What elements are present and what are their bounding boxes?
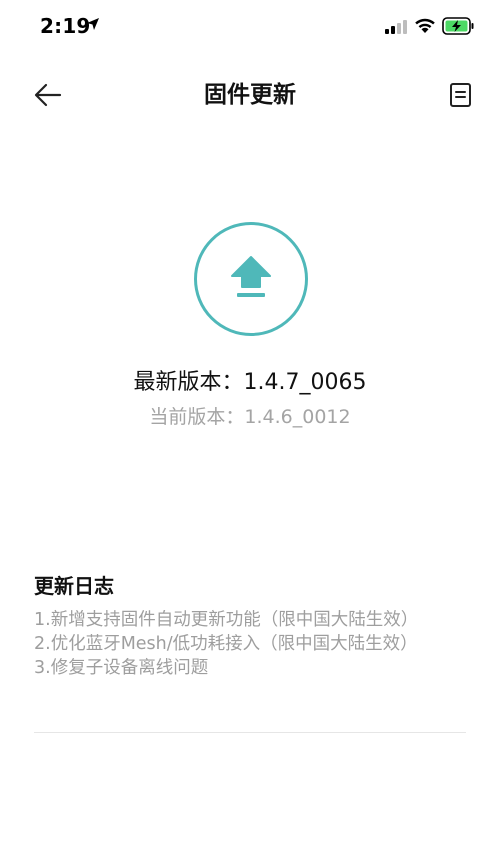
wifi-icon [415, 18, 435, 33]
status-time: 2:19 [40, 14, 91, 38]
latest-version-text: 最新版本：1.4.7_0065 [133, 370, 367, 395]
divider [34, 732, 466, 733]
battery-charging-icon [442, 17, 474, 35]
location-arrow-icon [87, 18, 99, 30]
document-list-icon [450, 83, 471, 107]
changelog-item: 3.修复子设备离线问题 [34, 658, 209, 678]
page-title: 固件更新 [204, 82, 296, 108]
current-version-text: 当前版本：1.4.6_0012 [149, 406, 351, 428]
upload-arrow-icon [231, 256, 271, 297]
changelog-title: 更新日志 [34, 574, 114, 598]
status-bar: 2:19 [0, 0, 500, 56]
changelog-item: 1.新增支持固件自动更新功能（限中国大陆生效） [34, 610, 419, 630]
update-history-button[interactable] [448, 80, 474, 110]
cellular-signal-icon [385, 20, 407, 34]
changelog-item: 2.优化蓝牙Mesh/低功耗接入（限中国大陆生效） [34, 634, 418, 654]
changelog-list: 1.新增支持固件自动更新功能（限中国大陆生效） 2.优化蓝牙Mesh/低功耗接入… [34, 608, 474, 680]
